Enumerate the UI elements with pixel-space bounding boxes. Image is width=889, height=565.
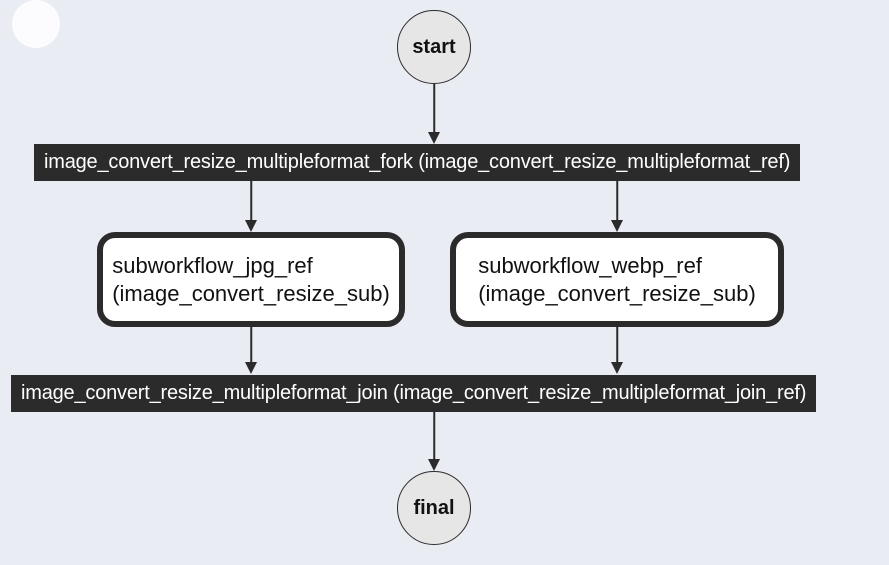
edge-fork-webp: [616, 180, 618, 220]
sub-webp-line2: (image_convert_resize_sub): [478, 281, 756, 306]
start-label: start: [412, 36, 455, 59]
final-node: final: [397, 471, 471, 545]
subworkflow-jpg-text: subworkflow_jpg_ref (image_convert_resiz…: [112, 252, 390, 307]
sub-webp-line1: subworkflow_webp_ref: [478, 253, 702, 278]
arrowhead-webp-join: [611, 362, 623, 374]
arrowhead-join-final: [428, 459, 440, 471]
final-label: final: [413, 497, 454, 520]
arrowhead-fork-jpg: [245, 220, 257, 232]
start-node: start: [397, 10, 471, 84]
fork-label: image_convert_resize_multipleformat_fork…: [44, 151, 790, 174]
arrowhead-jpg-join: [245, 362, 257, 374]
edge-join-final: [433, 411, 435, 459]
sub-jpg-line2: (image_convert_resize_sub): [112, 281, 390, 306]
edge-start-fork: [433, 84, 435, 132]
join-label: image_convert_resize_multipleformat_join…: [21, 382, 806, 405]
subworkflow-webp-node: subworkflow_webp_ref (image_convert_resi…: [450, 232, 784, 327]
sub-jpg-line1: subworkflow_jpg_ref: [112, 253, 313, 278]
join-node: image_convert_resize_multipleformat_join…: [11, 375, 816, 412]
edge-webp-join: [616, 322, 618, 362]
fork-node: image_convert_resize_multipleformat_fork…: [34, 144, 800, 181]
arrowhead-fork-webp: [611, 220, 623, 232]
subworkflow-webp-text: subworkflow_webp_ref (image_convert_resi…: [478, 252, 756, 307]
arrowhead-start-fork: [428, 132, 440, 144]
subworkflow-jpg-node: subworkflow_jpg_ref (image_convert_resiz…: [97, 232, 405, 327]
edge-fork-jpg: [250, 180, 252, 220]
corner-decoration: [12, 0, 60, 48]
edge-jpg-join: [250, 322, 252, 362]
